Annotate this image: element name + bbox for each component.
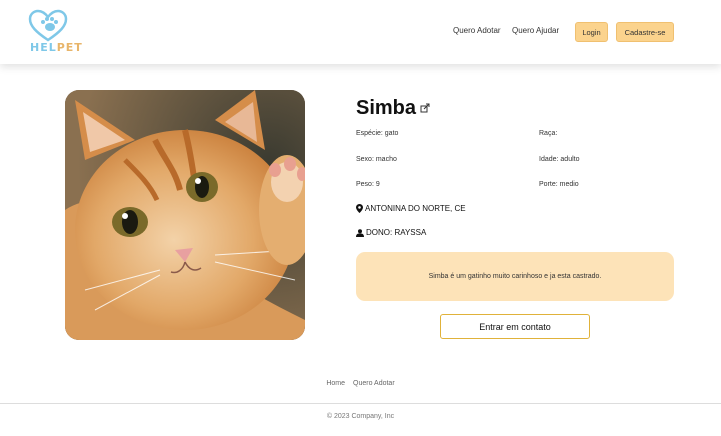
copyright: © 2023 Company, Inc bbox=[326, 413, 395, 420]
attr-age: Idade: adulto bbox=[539, 156, 580, 163]
pet-description: Simba é um gatinho muito carinhoso e ja … bbox=[356, 252, 674, 301]
footer-links: Home Quero Adotar bbox=[0, 380, 721, 387]
pet-name: Simba bbox=[356, 97, 417, 119]
navbar: HELPET Quero Adotar Quero Ajudar Login C… bbox=[0, 0, 721, 64]
attr-size: Porte: medio bbox=[539, 181, 579, 188]
edit-icon[interactable] bbox=[420, 103, 430, 113]
brand-name: HELPET bbox=[30, 41, 83, 54]
heart-paw-icon bbox=[28, 9, 68, 42]
location-text: ANTONINA DO NORTE, CE bbox=[365, 204, 466, 213]
location: ANTONINA DO NORTE, CE bbox=[356, 204, 466, 213]
footer-link-home[interactable]: Home bbox=[326, 380, 345, 387]
attr-species: Espécie: gato bbox=[356, 130, 399, 137]
login-button[interactable]: Login bbox=[575, 22, 608, 42]
pet-description-text: Simba é um gatinho muito carinhoso e ja … bbox=[428, 273, 602, 280]
attr-sex: Sexo: macho bbox=[356, 156, 397, 163]
helpet-logo[interactable]: HELPET bbox=[28, 9, 82, 55]
map-marker-icon bbox=[356, 204, 363, 213]
contact-button[interactable]: Entrar em contato bbox=[440, 314, 590, 339]
attr-breed: Raça: bbox=[539, 130, 558, 137]
user-icon bbox=[356, 228, 364, 237]
owner: DONO: RAYSSA bbox=[356, 228, 426, 237]
attr-weight: Peso: 9 bbox=[356, 181, 380, 188]
pet-photo bbox=[65, 90, 305, 340]
owner-text: DONO: RAYSSA bbox=[366, 228, 427, 237]
signup-button[interactable]: Cadastre-se bbox=[616, 22, 674, 42]
nav-link-quero-ajudar[interactable]: Quero Ajudar bbox=[512, 26, 559, 35]
footer-link-quero-adotar[interactable]: Quero Adotar bbox=[353, 380, 395, 387]
nav-link-quero-adotar[interactable]: Quero Adotar bbox=[453, 26, 501, 35]
footer-divider bbox=[0, 403, 721, 404]
